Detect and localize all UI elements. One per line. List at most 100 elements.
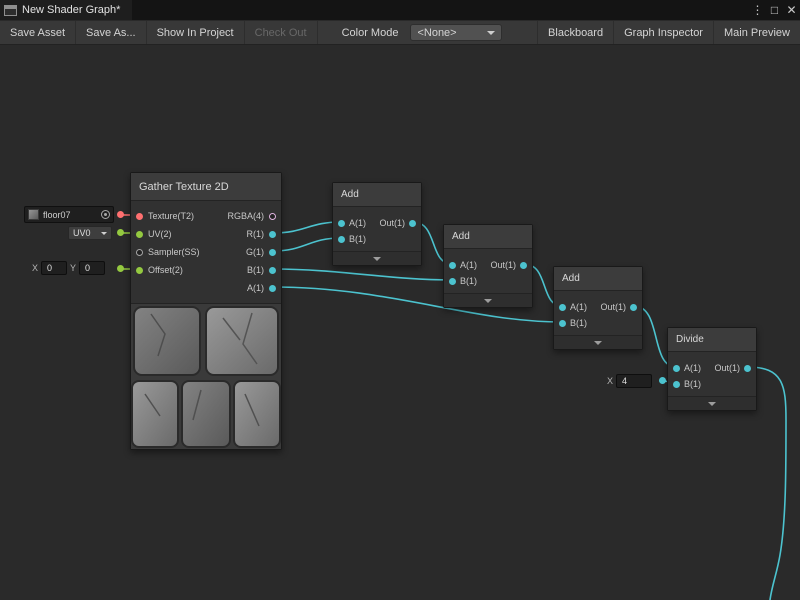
save-as-button[interactable]: Save As... bbox=[76, 21, 147, 44]
node-title[interactable]: Add bbox=[554, 267, 642, 291]
port-label: UV(2) bbox=[148, 229, 172, 239]
port-row: G(1) bbox=[222, 243, 281, 261]
main-preview-toggle-button[interactable]: Main Preview bbox=[713, 21, 800, 44]
graph-toolbar: Save Asset Save As... Show In Project Ch… bbox=[0, 20, 800, 45]
uv-property-port[interactable] bbox=[117, 229, 124, 236]
b-input-port[interactable] bbox=[673, 381, 680, 388]
stone-tiles-preview bbox=[131, 304, 281, 449]
g-output-port[interactable] bbox=[269, 249, 276, 256]
port-label: A(1) bbox=[349, 218, 366, 228]
node-body: A(1) Out(1) B(1) bbox=[554, 291, 642, 335]
color-mode-dropdown[interactable]: <None> bbox=[410, 24, 502, 41]
out-output-port[interactable] bbox=[409, 220, 416, 227]
preview-collapse-toggle[interactable] bbox=[554, 335, 642, 349]
node-title[interactable]: Divide bbox=[668, 328, 756, 352]
graph-canvas[interactable] bbox=[0, 45, 800, 600]
preview-collapse-toggle[interactable] bbox=[668, 396, 756, 410]
blackboard-toggle-button[interactable]: Blackboard bbox=[537, 21, 613, 44]
b-input-port[interactable] bbox=[449, 278, 456, 285]
chevron-down-icon bbox=[101, 232, 107, 235]
r-output-port[interactable] bbox=[269, 231, 276, 238]
a-input-port[interactable] bbox=[338, 220, 345, 227]
uv-input-port[interactable] bbox=[136, 231, 143, 238]
port-label: RGBA(4) bbox=[227, 211, 264, 221]
port-row: RGBA(4) bbox=[222, 207, 281, 225]
title-bar: New Shader Graph* ⋮ □ ✕ bbox=[0, 0, 800, 20]
port-row: Sampler(SS) bbox=[131, 243, 205, 261]
offset-x-input[interactable]: 0 bbox=[41, 261, 67, 275]
graph-inspector-toggle-button[interactable]: Graph Inspector bbox=[613, 21, 713, 44]
shader-graph-window: New Shader Graph* ⋮ □ ✕ Save Asset Save … bbox=[0, 0, 800, 600]
texture-asset-field[interactable]: floor07 bbox=[24, 206, 114, 223]
offset-property-port[interactable] bbox=[117, 265, 124, 272]
node-add-3[interactable]: Add A(1) Out(1) B(1) bbox=[553, 266, 643, 350]
port-label: Out(1) bbox=[379, 218, 405, 228]
gather-port-area: Texture(T2) UV(2) Sampler(SS) Offset(2) … bbox=[131, 201, 281, 303]
port-label: Offset(2) bbox=[148, 265, 183, 275]
port-label: G(1) bbox=[246, 247, 264, 257]
offset-x-label: X bbox=[32, 263, 38, 273]
node-texture-preview bbox=[131, 303, 281, 449]
divide-b-input[interactable]: 4 bbox=[616, 374, 652, 388]
port-label: B(1) bbox=[349, 234, 366, 244]
port-label: A(1) bbox=[460, 260, 477, 270]
node-add-1[interactable]: Add A(1) Out(1) B(1) bbox=[332, 182, 422, 266]
uv-channel-value: UV0 bbox=[73, 228, 91, 238]
node-title[interactable]: Add bbox=[333, 183, 421, 207]
chevron-down-icon bbox=[487, 31, 495, 35]
port-label: A(1) bbox=[684, 363, 701, 373]
node-title[interactable]: Add bbox=[444, 225, 532, 249]
a-output-port[interactable] bbox=[269, 285, 276, 292]
close-icon[interactable]: ✕ bbox=[783, 0, 800, 20]
port-label: Out(1) bbox=[490, 260, 516, 270]
port-label: B(1) bbox=[684, 379, 701, 389]
object-picker-icon[interactable] bbox=[101, 210, 110, 219]
texture-property-port[interactable] bbox=[117, 211, 124, 218]
b-input-port[interactable] bbox=[559, 320, 566, 327]
a-input-port[interactable] bbox=[559, 304, 566, 311]
tab-shader-graph[interactable]: New Shader Graph* bbox=[0, 0, 132, 20]
a-input-port[interactable] bbox=[449, 262, 456, 269]
port-row: R(1) bbox=[222, 225, 281, 243]
divide-b-property-port[interactable] bbox=[659, 377, 666, 384]
out-output-port[interactable] bbox=[520, 262, 527, 269]
preview-collapse-toggle[interactable] bbox=[333, 251, 421, 265]
maximize-icon[interactable]: □ bbox=[766, 0, 783, 20]
port-label: B(1) bbox=[570, 318, 587, 328]
texture-thumbnail bbox=[28, 209, 39, 220]
divide-b-label: X bbox=[607, 376, 613, 386]
node-title[interactable]: Gather Texture 2D bbox=[131, 173, 281, 201]
b-output-port[interactable] bbox=[269, 267, 276, 274]
window-controls: ⋮ □ ✕ bbox=[749, 0, 800, 20]
preview-collapse-toggle[interactable] bbox=[444, 293, 532, 307]
node-body: A(1) Out(1) B(1) bbox=[444, 249, 532, 293]
sampler-input-port[interactable] bbox=[136, 249, 143, 256]
check-out-button: Check Out bbox=[245, 21, 318, 44]
out-output-port[interactable] bbox=[630, 304, 637, 311]
toolbar-right-group: Blackboard Graph Inspector Main Preview bbox=[537, 21, 800, 44]
offset-y-input[interactable]: 0 bbox=[79, 261, 105, 275]
offset-y-label: Y bbox=[70, 263, 76, 273]
uv-channel-dropdown[interactable]: UV0 bbox=[68, 226, 112, 240]
chevron-down-icon bbox=[708, 402, 716, 406]
a-input-port[interactable] bbox=[673, 365, 680, 372]
out-output-port[interactable] bbox=[744, 365, 751, 372]
show-in-project-button[interactable]: Show In Project bbox=[147, 21, 245, 44]
port-row: A(1) bbox=[222, 279, 281, 297]
offset-input-port[interactable] bbox=[136, 267, 143, 274]
b-input-port[interactable] bbox=[338, 236, 345, 243]
gather-outputs: RGBA(4) R(1) G(1) B(1) A(1) bbox=[222, 207, 281, 297]
rgba-output-port[interactable] bbox=[269, 213, 276, 220]
save-asset-button[interactable]: Save Asset bbox=[0, 21, 76, 44]
node-body: A(1) Out(1) B(1) bbox=[668, 352, 756, 396]
texture-input-port[interactable] bbox=[136, 213, 143, 220]
port-label: B(1) bbox=[460, 276, 477, 286]
node-gather-texture-2d[interactable]: Gather Texture 2D Texture(T2) UV(2) Samp… bbox=[130, 172, 282, 450]
node-divide[interactable]: Divide A(1) Out(1) B(1) bbox=[667, 327, 757, 411]
chevron-down-icon bbox=[594, 341, 602, 345]
gather-inputs: Texture(T2) UV(2) Sampler(SS) Offset(2) bbox=[131, 207, 205, 279]
window-menu-icon[interactable]: ⋮ bbox=[749, 0, 766, 20]
texture-asset-name: floor07 bbox=[43, 210, 71, 220]
node-add-2[interactable]: Add A(1) Out(1) B(1) bbox=[443, 224, 533, 308]
port-label: Texture(T2) bbox=[148, 211, 194, 221]
